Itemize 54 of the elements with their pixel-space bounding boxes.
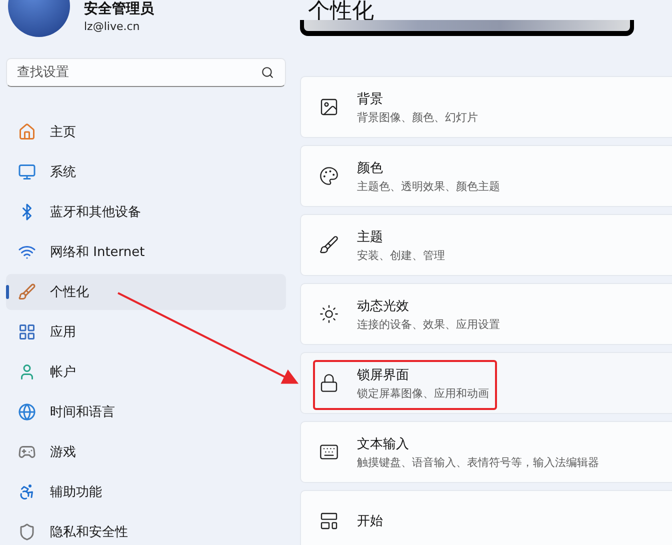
- search-field[interactable]: 查找设置: [6, 58, 286, 87]
- card-title: 文本输入: [357, 436, 410, 452]
- card-subtitle: 安装、创建、管理: [357, 248, 445, 262]
- nav-item[interactable]: 帐户: [6, 354, 286, 390]
- settings-card[interactable]: 动态光效 连接的设备、效果、应用设置: [300, 283, 672, 345]
- nav-item[interactable]: 个性化: [6, 274, 286, 310]
- wifi-icon: [18, 243, 36, 261]
- gamepad-icon: [18, 443, 36, 461]
- palette-icon: [319, 166, 339, 186]
- search-icon: [261, 66, 274, 79]
- card-subtitle: 触摸键盘、语音输入、表情符号等，输入法编辑器: [357, 454, 599, 470]
- card-title: 颜色: [357, 160, 384, 176]
- image-icon: [319, 97, 339, 117]
- settings-card[interactable]: 颜色 主题色、透明效果、颜色主题: [300, 145, 672, 207]
- user-email: lz@live.cn: [84, 20, 141, 33]
- person-icon: [18, 363, 36, 381]
- card-title: 背景: [357, 90, 384, 108]
- brush-icon: [18, 283, 36, 301]
- card-title: 动态光效: [357, 298, 410, 314]
- brush-icon: [319, 235, 339, 255]
- start-layout-icon: [319, 511, 339, 531]
- nav-item[interactable]: 应用: [6, 314, 286, 350]
- settings-card[interactable]: 锁屏界面 锁定屏幕图像、应用和动画: [300, 352, 672, 414]
- nav-item[interactable]: 隐私和安全性: [6, 514, 286, 545]
- monitor-icon: [18, 163, 36, 181]
- card-title: 主题: [357, 228, 384, 246]
- sun-icon: [319, 304, 339, 324]
- accessibility-icon: [18, 483, 36, 501]
- page-title: 个性化: [308, 0, 375, 20]
- user-name: 安全管理员: [84, 0, 154, 18]
- settings-card[interactable]: 文本输入 触摸键盘、语音输入、表情符号等，输入法编辑器: [300, 421, 672, 483]
- card-title: 锁屏界面: [357, 366, 410, 384]
- card-subtitle: 主题色、透明效果、颜色主题: [357, 178, 500, 194]
- card-subtitle: 锁定屏幕图像、应用和动画: [357, 386, 489, 400]
- nav-item[interactable]: 游戏: [6, 434, 286, 470]
- nav-item[interactable]: 时间和语言: [6, 394, 286, 430]
- card-subtitle: 背景图像、颜色、幻灯片: [357, 110, 478, 124]
- home-icon: [18, 123, 36, 141]
- lock-screen-icon: [319, 373, 339, 393]
- selection-indicator: [6, 285, 9, 299]
- globe-icon: [18, 403, 36, 421]
- shield-icon: [18, 523, 36, 541]
- nav-item[interactable]: 网络和 Internet: [6, 234, 286, 270]
- nav-item[interactable]: 蓝牙和其他设备: [6, 194, 286, 230]
- settings-card[interactable]: 背景 背景图像、颜色、幻灯片: [300, 76, 672, 138]
- card-subtitle: 连接的设备、效果、应用设置: [357, 316, 500, 332]
- card-title: 开始: [357, 513, 383, 530]
- nav-item[interactable]: 主页: [6, 114, 286, 150]
- nav-item[interactable]: 系统: [6, 154, 286, 190]
- settings-card[interactable]: 主题 安装、创建、管理: [300, 214, 672, 276]
- settings-card[interactable]: 开始: [300, 490, 672, 545]
- nav-item[interactable]: 辅助功能: [6, 474, 286, 510]
- keyboard-icon: [319, 442, 339, 462]
- apps-grid-icon: [18, 323, 36, 341]
